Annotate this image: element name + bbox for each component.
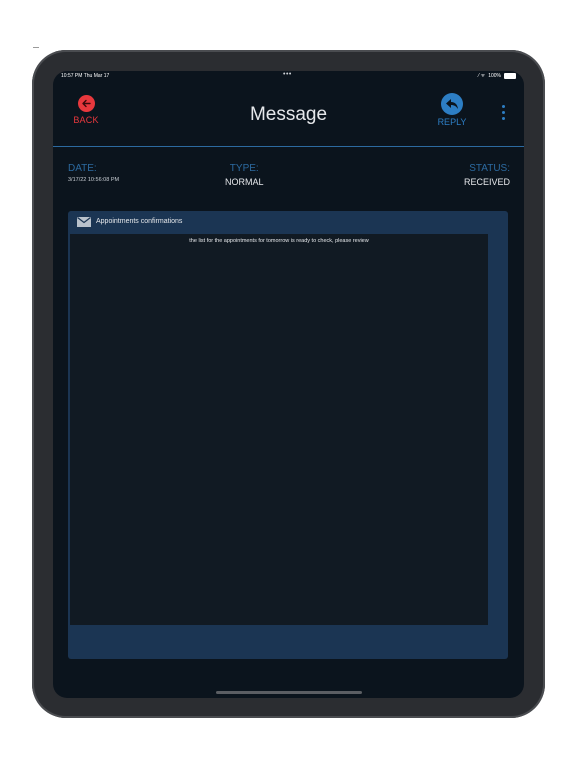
nav-header: BACK Message REPLY bbox=[53, 83, 524, 147]
status-field: STATUS: RECEIVED bbox=[464, 163, 510, 187]
type-field: TYPE: NORMAL bbox=[225, 163, 264, 187]
message-panel: Appointments confirmations the list for … bbox=[68, 211, 508, 659]
home-indicator[interactable] bbox=[216, 691, 362, 694]
status-bar: 10:57 PM Thu Mar 17 ••• ⁄ ᯤ 100% bbox=[53, 71, 524, 83]
message-body-text: the list for the appointments for tomorr… bbox=[189, 238, 369, 244]
status-value: RECEIVED bbox=[463, 177, 510, 187]
status-indicators: ⁄ ᯤ 100% bbox=[478, 73, 516, 79]
message-header: Appointments confirmations bbox=[68, 211, 508, 233]
date-value: 3/17/22 10:56:08 PM bbox=[68, 177, 120, 183]
battery-percent: 100% bbox=[488, 73, 501, 79]
message-subject: Appointments confirmations bbox=[96, 218, 183, 225]
more-vertical-icon bbox=[501, 105, 505, 108]
type-value: NORMAL bbox=[225, 177, 264, 187]
battery-icon bbox=[504, 73, 516, 79]
date-label: DATE: bbox=[68, 163, 97, 174]
more-options-button[interactable] bbox=[499, 105, 507, 123]
stray-line bbox=[33, 47, 39, 48]
tablet-frame: 10:57 PM Thu Mar 17 ••• ⁄ ᯤ 100% BACK Me… bbox=[32, 50, 545, 718]
date-field: DATE: 3/17/22 10:56:08 PM bbox=[68, 163, 119, 183]
reply-icon bbox=[441, 93, 463, 115]
message-body[interactable]: the list for the appointments for tomorr… bbox=[70, 234, 488, 625]
multitasking-dots[interactable]: ••• bbox=[283, 71, 292, 78]
reply-label: REPLY bbox=[437, 117, 467, 127]
screen: 10:57 PM Thu Mar 17 ••• ⁄ ᯤ 100% BACK Me… bbox=[53, 71, 524, 698]
envelope-icon bbox=[77, 217, 91, 227]
status-time: 10:57 PM Thu Mar 17 bbox=[61, 73, 110, 79]
status-label: STATUS: bbox=[469, 163, 510, 174]
signal-icon: ⁄ ᯤ bbox=[478, 73, 486, 79]
type-label: TYPE: bbox=[229, 163, 259, 174]
reply-button[interactable]: REPLY bbox=[434, 93, 470, 131]
